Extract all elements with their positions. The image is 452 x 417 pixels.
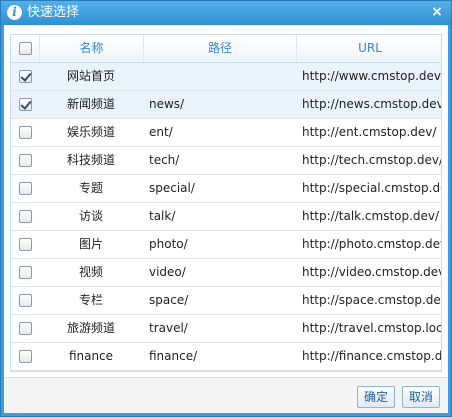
row-checkbox-cell <box>11 231 39 258</box>
row-url: http://www.cmstop.dev/ <box>302 69 442 83</box>
row-path: talk/ <box>149 209 176 223</box>
header-name[interactable]: 名称 <box>39 35 143 62</box>
channel-table: 名称 路径 URL 网站首页 http://www.cmstop.dev/新闻频道… <box>10 34 442 372</box>
row-checkbox-cell <box>11 343 39 370</box>
table-row[interactable]: 旅游频道 travel/http://travel.cmstop.loc <box>11 315 442 343</box>
row-name: 科技频道 <box>66 153 115 167</box>
row-checkbox[interactable] <box>19 210 32 223</box>
table-row[interactable]: 视频 video/http://video.cmstop.dev/ <box>11 259 442 287</box>
row-name: 新闻频道 <box>66 97 115 111</box>
row-name: 专题 <box>78 181 103 195</box>
row-checkbox-cell <box>11 119 39 146</box>
row-checkbox[interactable] <box>19 182 32 195</box>
row-checkbox[interactable] <box>19 322 32 335</box>
dialog-body: 名称 路径 URL 网站首页 http://www.cmstop.dev/新闻频道… <box>4 25 448 413</box>
row-checkbox-cell <box>11 287 39 314</box>
row-name: 旅游频道 <box>66 321 115 335</box>
row-url: http://special.cmstop.dev/ <box>302 181 441 195</box>
row-path: photo/ <box>149 237 188 251</box>
row-url: http://video.cmstop.dev/ <box>302 265 442 279</box>
row-name: 访谈 <box>78 209 103 223</box>
table-row[interactable]: 科技频道 tech/http://tech.cmstop.dev/ <box>11 147 442 175</box>
row-name: 图片 <box>78 237 103 251</box>
row-path: news/ <box>149 97 185 111</box>
header-url[interactable]: URL <box>296 35 441 62</box>
row-checkbox[interactable] <box>19 154 32 167</box>
row-checkbox[interactable] <box>19 70 32 83</box>
row-checkbox[interactable] <box>19 98 32 111</box>
row-url: http://finance.cmstop.dev <box>302 349 442 363</box>
row-path: travel/ <box>149 321 188 335</box>
header-checkbox-cell <box>11 35 39 62</box>
row-name: finance <box>68 349 114 363</box>
table-row[interactable]: 娱乐频道 ent/http://ent.cmstop.dev/ <box>11 119 441 147</box>
row-checkbox[interactable] <box>19 238 32 251</box>
row-checkbox[interactable] <box>19 266 32 279</box>
dialog-footer: 确定 取消 <box>4 377 448 413</box>
row-path: ent/ <box>149 125 173 139</box>
row-url: http://news.cmstop.dev/ <box>302 97 442 111</box>
row-path: space/ <box>149 293 189 307</box>
close-icon[interactable]: × <box>429 4 445 20</box>
row-url: http://travel.cmstop.loc <box>302 321 442 335</box>
row-checkbox[interactable] <box>19 294 32 307</box>
row-url: http://ent.cmstop.dev/ <box>302 125 437 139</box>
row-url: http://photo.cmstop.dev/ <box>302 237 442 251</box>
row-checkbox-cell <box>11 63 39 90</box>
row-checkbox-cell <box>11 175 39 202</box>
row-checkbox-cell <box>11 259 39 286</box>
table-row[interactable]: 专栏 space/http://space.cmstop.dev/ <box>11 287 442 315</box>
dialog-title: 快速选择 <box>27 5 80 20</box>
row-checkbox[interactable] <box>19 350 32 363</box>
cancel-button[interactable]: 取消 <box>402 386 440 408</box>
row-checkbox-cell <box>11 315 39 342</box>
row-name: 视频 <box>78 265 103 279</box>
row-path: tech/ <box>149 153 180 167</box>
table-row[interactable]: 图片 photo/http://photo.cmstop.dev/ <box>11 231 442 259</box>
quick-select-dialog: i 快速选择 × 名称 路径 URL 网站首页 http://www.cmstop… <box>0 0 452 417</box>
table-row[interactable]: 网站首页 http://www.cmstop.dev/ <box>11 63 442 91</box>
row-checkbox-cell <box>11 91 39 118</box>
table-row[interactable]: 专题 special/http://special.cmstop.dev/ <box>11 175 441 203</box>
row-name: 娱乐频道 <box>66 125 115 139</box>
row-name: 专栏 <box>78 293 103 307</box>
table-header: 名称 路径 URL <box>11 35 441 63</box>
ok-button[interactable]: 确定 <box>357 386 395 408</box>
table-row[interactable]: 访谈 talk/http://talk.cmstop.dev/ <box>11 203 441 231</box>
select-all-checkbox[interactable] <box>19 42 32 55</box>
row-url: http://talk.cmstop.dev/ <box>302 209 440 223</box>
row-url: http://tech.cmstop.dev/ <box>302 153 442 167</box>
dialog-titlebar[interactable]: i 快速选择 × <box>1 1 451 25</box>
row-checkbox-cell <box>11 147 39 174</box>
table-row[interactable]: 新闻频道 news/http://news.cmstop.dev/ <box>11 91 442 119</box>
info-icon: i <box>7 5 22 20</box>
row-name: 网站首页 <box>66 69 115 83</box>
row-url: http://space.cmstop.dev/ <box>302 293 442 307</box>
row-path <box>143 63 296 90</box>
table-row[interactable]: finance finance/http://finance.cmstop.dev <box>11 343 442 371</box>
row-checkbox[interactable] <box>19 126 32 139</box>
header-path[interactable]: 路径 <box>143 35 296 62</box>
row-checkbox-cell <box>11 203 39 230</box>
row-path: finance/ <box>149 349 198 363</box>
row-path: video/ <box>149 265 186 279</box>
row-path: special/ <box>149 181 195 195</box>
